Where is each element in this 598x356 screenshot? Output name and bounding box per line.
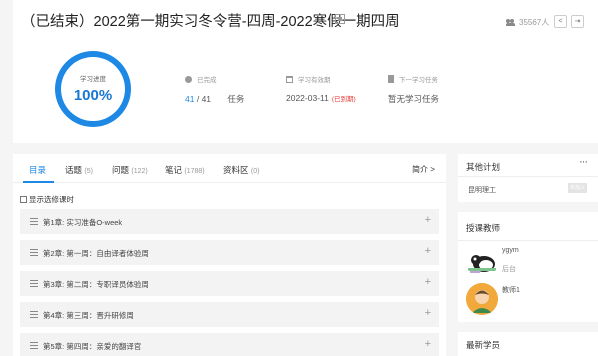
new-students-title: 最新学员 [466,340,501,350]
tab-bar: 目录 话题 (5) 问题 (122) 笔记 (1788) 资料区 (0) 简介 … [13,154,446,183]
course-content-card: 目录 话题 (5) 问题 (122) 笔记 (1788) 资料区 (0) 简介 … [13,154,446,356]
chapter-row[interactable]: 第3章: 第二周：专职译员体验周 + [20,271,439,296]
menu-icon [30,249,38,256]
teachers-panel: 授课教师 ygym 后台 教师1 [458,212,598,322]
teacher-name[interactable]: ygym [502,247,519,254]
teacher-name[interactable]: 教师1 [502,285,520,295]
tab-catalog[interactable]: 目录 [29,164,46,176]
exit-icon: ⇥ [574,18,581,25]
student-count: 35567人 [506,17,549,28]
other-plans-title: 其他计划 [466,162,501,172]
teacher-avatar[interactable] [466,246,498,278]
student-count-text: 35567人 [519,18,550,27]
new-students-panel: 最新学员 [458,332,598,356]
penguin-avatar-icon [468,255,496,273]
tab-notes-label: 笔记 [165,165,183,175]
course-page: （已结束）2022第一期实习冬令营-四周-2022寒假一期四周 35567人 <… [0,0,598,356]
stat-completed-label: 已完成 [197,77,217,84]
tab-materials-count: (0) [250,168,260,175]
tab-notes[interactable]: 笔记 (1788) [165,164,205,176]
user-avatar-icon [466,283,498,315]
stat-next-task: 下一学习任务 暂无学习任务 [388,74,439,105]
validity-date: 2022-03-11 [286,93,329,103]
tab-questions-count: (122) [131,168,148,175]
chapter-title: 第1章: 实习准备O-week [43,218,123,227]
calendar-icon [286,75,293,83]
tab-catalog-label: 目录 [29,165,47,175]
chapter-title: 第5章: 第四周：亲爱的翻译官 [43,342,142,351]
plan-name[interactable]: 昆明理工 [468,185,496,195]
menu-icon [30,280,38,287]
tab-notes-count: (1788) [184,168,205,175]
progress-value: 100% [73,87,113,104]
chapter-title: 第3章: 第二周：专职译员体验周 [43,280,149,289]
tab-questions-label: 问题 [112,165,130,175]
check-circle-icon [185,75,192,83]
people-icon [506,19,515,26]
tab-materials-label: 资料区 [223,165,249,175]
menu-icon [30,342,38,349]
book-icon [388,75,394,83]
qrcode-icon[interactable] [335,14,345,24]
total-count: 41 [201,94,212,104]
plan-status-badge: 未加入 [568,183,587,193]
chapter-row[interactable]: 第1章: 实习准备O-week + [20,209,439,234]
completed-separator: / [194,94,202,104]
divider [458,176,598,177]
chapter-title: 第2章: 第一周：自由译者体验周 [43,249,149,258]
menu-icon [30,311,38,318]
expand-plus-icon[interactable]: + [425,214,431,226]
show-optional-label: 显示选修课时 [29,195,74,204]
share-button[interactable]: < [554,15,567,28]
progress-inner: 学习进度 100% [61,57,125,121]
stat-next-label: 下一学习任务 [399,77,438,84]
other-plans-panel: 其他计划 ··· 昆明理工 未加入 [458,154,598,202]
expand-plus-icon[interactable]: + [425,245,431,257]
teachers-title: 授课教师 [466,223,501,233]
more-dots-icon[interactable]: ··· [579,156,588,168]
progress-label: 学习进度 [80,76,106,83]
course-header-card: （已结束）2022第一期实习冬令营-四周-2022寒假一期四周 35567人 <… [13,0,598,143]
expired-status: (已到期) [331,96,356,103]
chapter-row[interactable]: 第2章: 第一周：自由译者体验周 + [20,240,439,265]
stat-validity: 学习有效期 2022-03-11 (已到期) [286,74,356,103]
show-optional-checkbox[interactable] [20,196,27,203]
tab-materials[interactable]: 资料区 (0) [223,164,259,176]
divider [458,240,598,241]
show-optional-toggle[interactable]: 显示选修课时 [20,194,74,205]
next-task-value: 暂无学习任务 [388,94,440,104]
stat-validity-label: 学习有效期 [298,77,331,84]
chapter-title: 第4章: 第三周：晋升研修周 [43,311,134,320]
chapter-row[interactable]: 第5章: 第四周：亲爱的翻译官 + [20,333,439,356]
expand-plus-icon[interactable]: + [425,307,431,319]
share-icon: < [558,18,563,25]
expand-plus-icon[interactable]: + [425,338,431,350]
completed-unit: 任务 [227,94,245,104]
intro-link[interactable]: 简介 > [412,164,435,175]
tab-topics-count: (5) [84,168,93,175]
active-tab-indicator [23,181,54,183]
expand-plus-icon[interactable]: + [425,276,431,288]
stat-completed: 已完成 41 / 41 任务 [185,74,244,105]
progress-ring: 学习进度 100% [55,51,131,127]
tab-topics[interactable]: 话题 (5) [65,164,93,176]
teacher-avatar[interactable] [466,283,498,315]
menu-icon [30,218,38,225]
tab-topics-label: 话题 [65,165,83,175]
teacher-role: 后台 [502,266,516,273]
tab-questions[interactable]: 问题 (122) [112,164,148,176]
exit-button[interactable]: ⇥ [571,15,584,28]
chapter-row[interactable]: 第4章: 第三周：晋升研修周 + [20,302,439,327]
